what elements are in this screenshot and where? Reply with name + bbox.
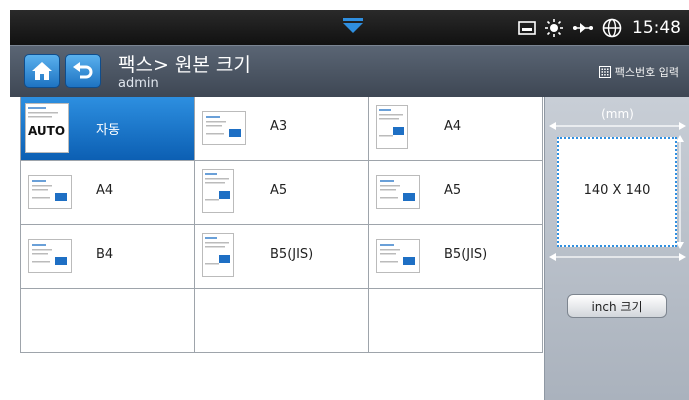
keypad-icon <box>598 66 611 78</box>
page-title: 팩스> 원본 크기 <box>118 54 251 76</box>
status-bar: 15:48 <box>10 10 689 45</box>
size-option-a5-portrait[interactable]: A5 <box>195 161 369 225</box>
portrait-document-icon <box>202 169 234 213</box>
empty-cell <box>20 289 195 353</box>
empty-cell <box>369 289 543 353</box>
portrait-document-icon <box>202 233 234 277</box>
size-list-area: AUTO 자동 A3 A4 A4 A5 A5 B4 B5(JIS) B5(JIS… <box>10 97 544 400</box>
size-label: B5(JIS) <box>444 247 488 262</box>
inch-size-button[interactable]: inch 크기 <box>567 294 667 318</box>
landscape-document-icon <box>28 175 72 209</box>
size-preview-panel: (mm) 140 X 140 inch 크기 <box>544 97 689 400</box>
landscape-document-icon <box>28 239 72 273</box>
auto-thumbnail: AUTO <box>25 103 69 153</box>
size-label: 자동 <box>96 123 120 138</box>
size-preview-box[interactable]: 140 X 140 <box>557 137 677 247</box>
bottom-dimension-arrow-icon <box>549 253 686 261</box>
clock: 15:48 <box>632 17 681 38</box>
size-option-b5-portrait[interactable]: B5(JIS) <box>195 225 369 289</box>
size-label: B4 <box>96 247 114 262</box>
home-icon <box>32 62 52 80</box>
size-label: A3 <box>270 119 288 134</box>
globe-icon <box>602 18 622 37</box>
size-label: B5(JIS) <box>270 247 314 262</box>
portrait-document-icon <box>376 105 408 149</box>
size-option-a4-portrait[interactable]: A4 <box>369 97 543 161</box>
unit-label: (mm) <box>601 107 634 121</box>
size-label: A4 <box>444 119 462 134</box>
width-dimension-arrow-icon <box>549 122 686 130</box>
sun-icon <box>545 18 563 37</box>
back-icon <box>73 62 93 79</box>
home-button[interactable] <box>24 54 60 88</box>
landscape-document-icon <box>376 175 420 209</box>
size-label: A4 <box>96 183 114 198</box>
empty-cell <box>195 289 369 353</box>
user-name: admin <box>118 76 159 91</box>
fax-number-button[interactable]: 팩스번호 입력 <box>598 64 679 80</box>
size-option-a3[interactable]: A3 <box>195 97 369 161</box>
pull-down-tab-icon[interactable] <box>340 18 366 34</box>
auto-thumb-text: AUTO <box>28 124 66 138</box>
toner-icon <box>518 20 536 35</box>
back-button[interactable] <box>65 54 101 88</box>
size-label: A5 <box>270 183 288 198</box>
landscape-document-icon <box>376 239 420 273</box>
network-icon <box>573 22 593 33</box>
doc-lines-icon <box>28 107 58 118</box>
landscape-document-icon <box>202 111 246 145</box>
size-option-a4-landscape[interactable]: A4 <box>20 161 195 225</box>
size-option-auto[interactable]: AUTO 자동 <box>20 97 195 161</box>
size-option-b4[interactable]: B4 <box>20 225 195 289</box>
fax-number-label: 팩스번호 입력 <box>614 66 679 79</box>
size-option-b5-landscape[interactable]: B5(JIS) <box>369 225 543 289</box>
size-option-a5-landscape[interactable]: A5 <box>369 161 543 225</box>
status-icons: 15:48 <box>518 10 681 45</box>
title-bar: 팩스> 원본 크기 admin 팩스번호 입력 <box>10 45 689 97</box>
size-dimension-text: 140 X 140 <box>583 183 651 198</box>
size-label: A5 <box>444 183 462 198</box>
size-grid: AUTO 자동 A3 A4 A4 A5 A5 B4 B5(JIS) B5(JIS… <box>20 97 543 353</box>
